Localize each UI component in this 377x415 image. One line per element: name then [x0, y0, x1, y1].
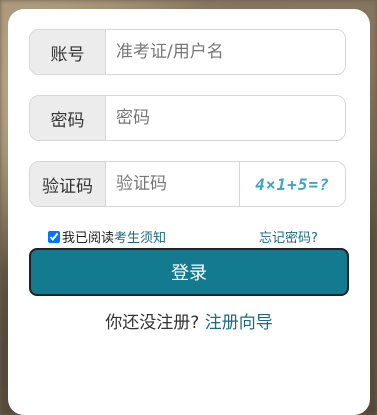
- forgot-password-link[interactable]: 忘记密码?: [259, 227, 318, 246]
- captcha-input[interactable]: [106, 162, 239, 206]
- notice-link[interactable]: 考生须知: [114, 227, 166, 246]
- captcha-image-text: 4×1+5=?: [255, 174, 330, 194]
- password-field-group: 密码: [29, 95, 346, 141]
- register-prompt-text: 你还没注册?: [105, 313, 200, 333]
- password-label: 密码: [30, 96, 106, 140]
- account-field-group: 账号: [29, 29, 346, 75]
- login-card: 账号 密码 验证码 4×1+5=? 我已阅读 考生须知 忘记密码? 登录 你还没…: [8, 9, 370, 415]
- captcha-image[interactable]: 4×1+5=?: [239, 162, 345, 206]
- register-prompt: 你还没注册? 注册向导: [8, 308, 370, 333]
- password-input[interactable]: [106, 96, 345, 140]
- agree-prefix: 我已阅读: [62, 231, 115, 246]
- agree-terms: 我已阅读 考生须知: [48, 227, 166, 246]
- account-label: 账号: [30, 30, 106, 74]
- account-input[interactable]: [106, 30, 345, 74]
- login-button[interactable]: 登录: [29, 248, 349, 296]
- captcha-label: 验证码: [30, 162, 106, 206]
- register-guide-link[interactable]: 注册向导: [205, 313, 273, 333]
- captcha-field-group: 验证码 4×1+5=?: [29, 161, 346, 207]
- agree-checkbox[interactable]: [48, 230, 60, 243]
